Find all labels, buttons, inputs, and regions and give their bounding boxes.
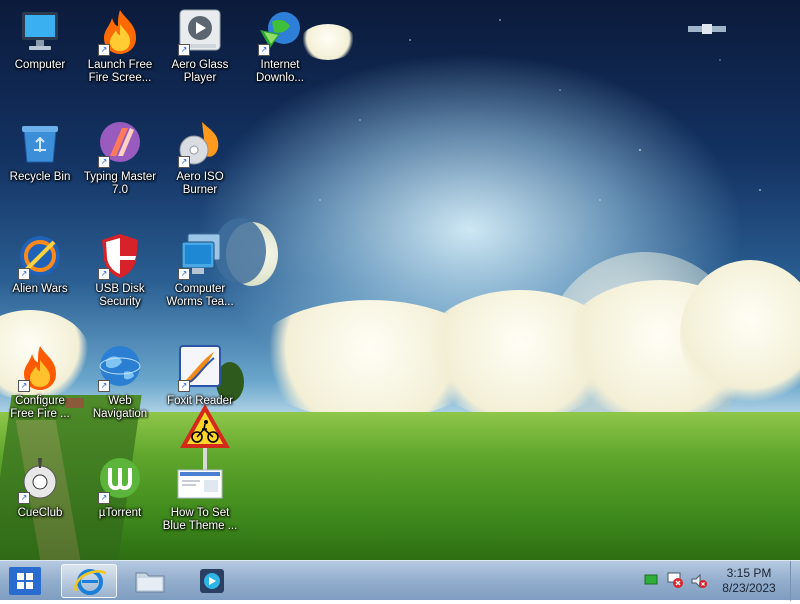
start-button[interactable] (9, 567, 41, 595)
desktop-icon-label: Foxit Reader (167, 395, 233, 407)
shortcut-arrow-icon: ↗ (178, 44, 190, 56)
desktop-icon-alien-wars[interactable]: ↗ Alien Wars (0, 232, 80, 296)
shortcut-arrow-icon: ↗ (98, 268, 110, 280)
desktop-icon-label: Computer Worms Tea... (166, 283, 234, 308)
document-thumbnail-icon (177, 469, 223, 499)
internet-explorer-icon (74, 569, 107, 595)
shortcut-arrow-icon: ↗ (18, 380, 30, 392)
clock-time: 3:15 PM (726, 566, 772, 580)
desktop-icon-label: Aero Glass Player (171, 59, 229, 84)
shortcut-arrow-icon: ↗ (18, 492, 30, 504)
taskbar-file-explorer-button[interactable] (122, 564, 178, 598)
shortcut-arrow-icon: ↗ (98, 492, 110, 504)
desktop-icon-utorrent[interactable]: ↗ µTorrent (80, 456, 160, 520)
desktop-icon-label: How To Set Blue Theme ... (162, 507, 238, 532)
taskbar-clock[interactable]: 3:15 PM 8/23/2023 (714, 566, 784, 596)
desktop-icon-configure-free-fire[interactable]: ↗ Configure Free Fire ... (0, 344, 80, 421)
desktop-icon-aero-glass-player[interactable]: ↗ Aero Glass Player (160, 8, 240, 85)
taskbar-internet-explorer-button[interactable] (61, 564, 117, 598)
shortcut-arrow-icon: ↗ (98, 380, 110, 392)
desktop-icon-computer-worms[interactable]: ↗ Computer Worms Tea... (160, 232, 240, 309)
desktop-icon-how-to-set-blue-theme[interactable]: How To Set Blue Theme ... (160, 456, 240, 533)
recycle-bin-icon (22, 126, 58, 163)
media-player-icon (200, 569, 224, 593)
desktop-icon-cueclub[interactable]: ↗ CueClub (0, 456, 80, 520)
satellite-icon (688, 24, 726, 34)
desktop-icon-label: Configure Free Fire ... (10, 395, 70, 420)
shortcut-arrow-icon: ↗ (178, 156, 190, 168)
desktop-icon-label: CueClub (17, 507, 63, 519)
desktop-icon-internet-download[interactable]: ↗ Internet Downlo... (240, 8, 320, 85)
network-flag-icon[interactable] (644, 573, 658, 587)
shortcut-arrow-icon: ↗ (98, 44, 110, 56)
desktop-icon-label: USB Disk Security (95, 283, 145, 308)
desktop-icon-typing-master[interactable]: ↗ Typing Master 7.0 (80, 120, 160, 197)
desktop-icon-label: Aero ISO Burner (176, 171, 224, 196)
shortcut-arrow-icon: ↗ (178, 268, 190, 280)
shortcut-arrow-icon: ↗ (98, 156, 110, 168)
taskbar-media-player-button[interactable] (184, 564, 240, 598)
desktop-icon-computer[interactable]: Computer (0, 8, 80, 72)
action-center-icon[interactable] (666, 571, 684, 589)
desktop-icon-label: Alien Wars (12, 283, 68, 295)
clock-date: 8/23/2023 (722, 581, 776, 595)
desktop-icon-label: Computer (14, 59, 66, 71)
desktop-icon-label: Typing Master 7.0 (83, 171, 157, 196)
shortcut-arrow-icon: ↗ (258, 44, 270, 56)
desktop-icon-aero-iso-burner[interactable]: ↗ Aero ISO Burner (160, 120, 240, 197)
shortcut-arrow-icon: ↗ (18, 268, 30, 280)
windows-logo-icon (17, 573, 33, 589)
folder-icon (135, 572, 165, 593)
desktop-icon-label: Web Navigation (92, 395, 148, 420)
shortcut-arrow-icon: ↗ (178, 380, 190, 392)
desktop-icon-label: µTorrent (98, 507, 142, 519)
desktop-icon-label: Recycle Bin (9, 171, 71, 183)
taskbar: 3:15 PM 8/23/2023 (0, 560, 800, 601)
desktop-icon-recycle-bin[interactable]: Recycle Bin (0, 120, 80, 184)
volume-muted-icon[interactable] (690, 572, 708, 590)
desktop-icon-usb-disk-security[interactable]: ↗ USB Disk Security (80, 232, 160, 309)
monitor-icon (22, 12, 58, 50)
desktop[interactable]: Computer ↗ Launch Free Fire Scree... ↗ A… (0, 0, 800, 560)
desktop-icon-label: Launch Free Fire Scree... (87, 59, 153, 84)
desktop-icon-label: Internet Downlo... (256, 59, 304, 84)
desktop-icon-web-navigation[interactable]: ↗ Web Navigation (80, 344, 160, 421)
desktop-icon-foxit-reader[interactable]: ↗ Foxit Reader (160, 344, 240, 408)
desktop-icon-launch-free-fire[interactable]: ↗ Launch Free Fire Scree... (80, 8, 160, 85)
show-desktop-button[interactable] (790, 561, 800, 601)
